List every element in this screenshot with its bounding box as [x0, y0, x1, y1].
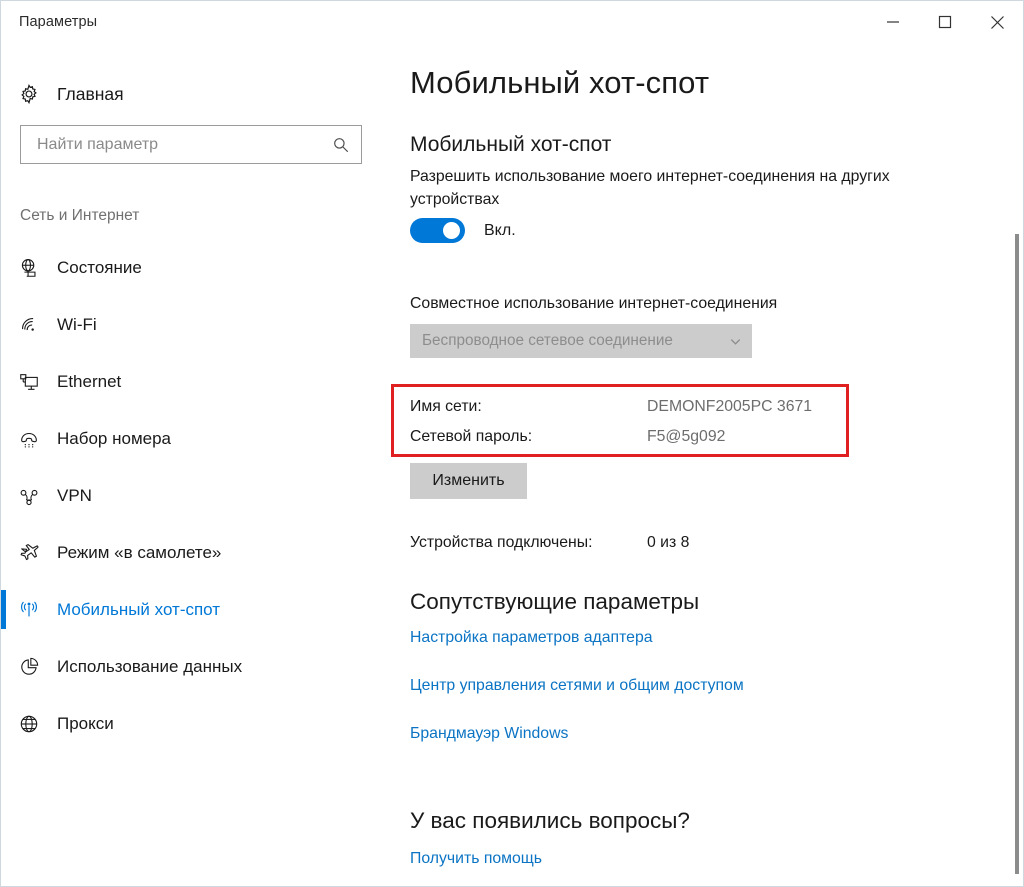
sidebar-item-label: Набор номера — [57, 428, 171, 448]
minimize-button[interactable] — [867, 1, 919, 43]
sharing-connection-dropdown[interactable]: Беспроводное сетевое соединение — [410, 324, 752, 358]
maximize-icon — [938, 15, 952, 29]
network-name-label: Имя сети: — [410, 398, 482, 415]
sidebar-item-status[interactable]: Состояние — [1, 239, 393, 296]
questions-heading: У вас появились вопросы? — [410, 808, 690, 833]
sidebar-item-home[interactable]: Главная — [1, 73, 393, 115]
sidebar-item-mobile-hotspot[interactable]: Мобильный хот-спот — [1, 581, 393, 638]
sidebar-item-label: Ethernet — [57, 371, 122, 391]
ethernet-icon — [1, 371, 57, 393]
wifi-icon — [1, 314, 57, 336]
edit-button[interactable]: Изменить — [410, 463, 527, 499]
sidebar-item-data-usage[interactable]: Использование данных — [1, 638, 393, 695]
globe-monitor-icon — [1, 257, 57, 279]
sharing-label: Совместное использование интернет-соедин… — [410, 295, 778, 312]
window-controls — [867, 1, 1023, 43]
sidebar-item-ethernet[interactable]: Ethernet — [1, 353, 393, 410]
sidebar-item-label: Режим «в самолете» — [57, 542, 222, 562]
minimize-icon — [886, 15, 900, 29]
dial-up-phone-icon — [1, 428, 57, 450]
link-windows-firewall[interactable]: Брандмауэр Windows — [410, 725, 568, 743]
selection-accent-bar — [1, 590, 6, 629]
close-button[interactable] — [971, 1, 1023, 43]
network-info-list: Имя сети: DEMONF2005PC 3671 Сетевой паро… — [410, 398, 812, 458]
sidebar-item-label: Состояние — [57, 257, 142, 277]
hotspot-section-heading: Мобильный хот-спот — [410, 133, 612, 156]
sidebar-item-airplane-mode[interactable]: Режим «в самолете» — [1, 524, 393, 581]
sidebar-item-wifi[interactable]: Wi-Fi — [1, 296, 393, 353]
network-password-label: Сетевой пароль: — [410, 428, 533, 445]
hotspot-description: Разрешить использование моего интернет-с… — [410, 168, 890, 208]
related-settings-heading: Сопутствующие параметры — [410, 589, 700, 614]
title-bar: Параметры — [1, 1, 1023, 43]
link-get-help[interactable]: Получить помощь — [410, 850, 542, 868]
maximize-button[interactable] — [919, 1, 971, 43]
search-icon[interactable] — [321, 136, 361, 154]
vpn-icon — [1, 485, 57, 507]
search-input[interactable] — [21, 126, 321, 163]
settings-window: Параметры Главная Найти параметр Сеть и … — [0, 0, 1024, 887]
sharing-selected-option: Беспроводное сетевое соединение — [422, 332, 673, 349]
network-info-row: Имя сети: DEMONF2005PC 3671 — [410, 398, 812, 428]
sidebar-home-label: Главная — [57, 83, 124, 104]
sidebar-group-label: Сеть и Интернет — [20, 207, 140, 224]
window-title: Параметры — [19, 14, 98, 30]
gear-icon — [1, 83, 57, 105]
scrollbar-thumb[interactable] — [1015, 234, 1019, 874]
sidebar-item-label: Использование данных — [57, 656, 243, 676]
hotspot-icon — [1, 599, 57, 621]
search-box[interactable] — [20, 125, 362, 164]
link-adapter-settings[interactable]: Настройка параметров адаптера — [410, 629, 653, 647]
main-content: Мобильный хот-спот Мобильный хот-спот Ра… — [391, 43, 1023, 886]
scrollbar-track[interactable] — [1015, 44, 1022, 886]
network-info-row: Сетевой пароль: F5@5g092 — [410, 428, 812, 458]
sidebar-item-label: Мобильный хот-спот — [57, 599, 221, 619]
connected-devices-value: 0 из 8 — [647, 534, 690, 551]
hotspot-toggle-state: Вкл. — [484, 221, 516, 239]
sidebar: Главная Сеть и Интернет Состояни — [1, 43, 393, 886]
sidebar-item-dialup[interactable]: Набор номера — [1, 410, 393, 467]
airplane-icon — [1, 542, 57, 564]
connected-devices-label: Устройства подключены: — [410, 534, 593, 551]
sidebar-item-label: Wi-Fi — [57, 314, 97, 334]
chevron-down-icon — [718, 334, 752, 349]
link-network-sharing-center[interactable]: Центр управления сетями и общим доступом — [410, 677, 744, 695]
hotspot-toggle[interactable] — [410, 218, 465, 243]
toggle-knob — [443, 222, 460, 239]
network-name-value: DEMONF2005PC 3671 — [647, 398, 813, 415]
pie-chart-icon — [1, 656, 57, 678]
sidebar-nav: Состояние Wi-Fi Ethernet Набор номера VP… — [1, 239, 393, 752]
sidebar-item-label: VPN — [57, 485, 92, 505]
page-title: Мобильный хот-спот — [410, 65, 710, 100]
sidebar-item-vpn[interactable]: VPN — [1, 467, 393, 524]
sidebar-item-proxy[interactable]: Прокси — [1, 695, 393, 752]
hotspot-toggle-row: Вкл. — [410, 218, 516, 243]
globe-icon — [1, 713, 57, 735]
connected-devices-row: Устройства подключены: 0 из 8 — [410, 534, 689, 552]
close-icon — [990, 15, 1005, 30]
network-password-value: F5@5g092 — [647, 428, 726, 445]
sidebar-item-label: Прокси — [57, 713, 114, 733]
